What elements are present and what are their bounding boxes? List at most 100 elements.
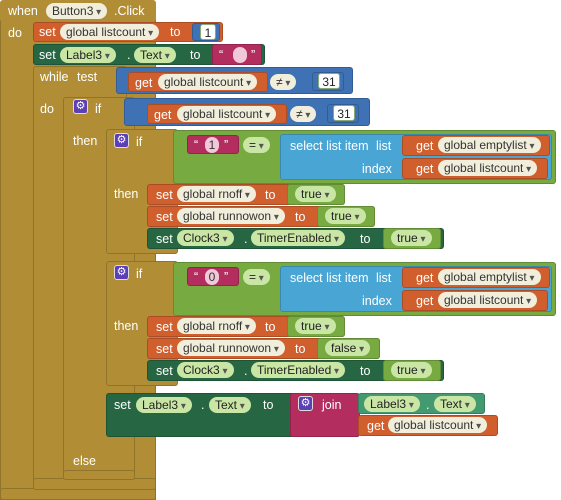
empty-string-field[interactable] <box>233 47 247 63</box>
to-keyword: to <box>295 342 306 356</box>
when-label: when <box>8 4 38 18</box>
get-keyword: get <box>367 419 385 433</box>
dot-label: . <box>201 398 205 412</box>
clock-prop-dropdown[interactable]: TimerEnabled <box>251 230 346 246</box>
if-keyword: if <box>136 135 143 149</box>
button-component-dropdown[interactable]: Button3 <box>46 3 108 19</box>
to-keyword: to <box>265 188 276 202</box>
to-keyword: to <box>263 398 274 412</box>
then-keyword: then <box>114 187 139 201</box>
gear-icon[interactable]: ⚙ <box>114 133 129 148</box>
to-keyword: to <box>170 25 181 39</box>
label-component-dropdown[interactable]: Label3 <box>364 396 420 412</box>
get-keyword: get <box>135 76 153 90</box>
set-keyword: set <box>156 320 173 334</box>
then-keyword: then <box>73 134 98 148</box>
listcount-var-dropdown[interactable]: global listcount <box>388 417 488 433</box>
neq-operator-dropdown[interactable]: ≠ <box>270 74 297 90</box>
boolean-dropdown[interactable]: true <box>391 230 432 246</box>
listcount-var-dropdown[interactable]: global listcount <box>158 74 258 90</box>
runnowon-var-dropdown[interactable]: global runnowon <box>177 208 285 224</box>
test-keyword: test <box>77 70 98 84</box>
to-keyword: to <box>360 364 371 378</box>
listcount-var-dropdown[interactable]: global listcount <box>438 160 538 176</box>
text-field[interactable]: 1 <box>205 137 219 153</box>
set-keyword: set <box>156 232 173 246</box>
set-keyword: set <box>156 364 173 378</box>
boolean-dropdown[interactable]: true <box>295 318 336 334</box>
dot-label: . <box>244 364 248 378</box>
text-field[interactable]: 0 <box>205 269 219 285</box>
get-keyword: get <box>416 139 434 153</box>
while-do-keyword: do <box>40 102 54 116</box>
list-label: list <box>376 271 392 285</box>
if-keyword: if <box>136 267 143 281</box>
boolean-dropdown[interactable]: true <box>325 208 366 224</box>
eq-operator-dropdown[interactable]: = <box>243 269 270 285</box>
runnowon-var-dropdown[interactable]: global runnowon <box>177 340 285 356</box>
join-keyword: join <box>322 398 342 412</box>
event-do-label: do <box>8 26 22 40</box>
get-keyword: get <box>416 271 434 285</box>
to-keyword: to <box>360 232 371 246</box>
index-label: index <box>362 162 392 176</box>
open-quote: “ <box>219 48 224 62</box>
else-keyword: else <box>73 454 96 468</box>
get-keyword: get <box>416 162 434 176</box>
rnoff-var-dropdown[interactable]: global rnoff <box>177 318 256 334</box>
while-keyword: while <box>40 70 69 84</box>
list-label: list <box>376 139 392 153</box>
select-list-item-label: select list item <box>290 139 369 153</box>
clock-component-dropdown[interactable]: Clock3 <box>177 362 234 378</box>
rnoff-var-dropdown[interactable]: global rnoff <box>177 186 256 202</box>
index-label: index <box>362 294 392 308</box>
boolean-dropdown[interactable]: true <box>391 362 432 378</box>
to-keyword: to <box>190 48 201 62</box>
to-keyword: to <box>295 210 306 224</box>
close-quote: ” <box>224 270 229 284</box>
listcount-var-dropdown[interactable]: global listcount <box>60 24 160 40</box>
get-keyword: get <box>154 108 172 122</box>
label-component-dropdown[interactable]: Label3 <box>60 47 116 63</box>
number-field[interactable]: 31 <box>318 73 340 89</box>
eq-operator-dropdown[interactable]: = <box>243 137 270 153</box>
open-quote: “ <box>194 270 199 284</box>
set-keyword: set <box>156 342 173 356</box>
label-prop-dropdown[interactable]: Text <box>434 396 476 412</box>
listcount-var-dropdown[interactable]: global listcount <box>438 292 538 308</box>
label-prop-dropdown[interactable]: Text <box>209 397 251 413</box>
set-keyword: set <box>39 48 56 62</box>
to-keyword: to <box>265 320 276 334</box>
listcount-var-dropdown[interactable]: global listcount <box>177 106 277 122</box>
label-component-dropdown[interactable]: Label3 <box>136 397 192 413</box>
get-keyword: get <box>416 294 434 308</box>
gear-icon[interactable]: ⚙ <box>114 265 129 280</box>
boolean-dropdown[interactable]: true <box>295 186 336 202</box>
close-quote: ” <box>224 138 229 152</box>
then-keyword: then <box>114 319 139 333</box>
blocks-workspace: when Button3 .Click do set global listco… <box>0 0 561 500</box>
event-name-label: .Click <box>114 4 145 18</box>
dot-label: . <box>244 232 248 246</box>
label-prop-dropdown[interactable]: Text <box>134 47 176 63</box>
clock-prop-dropdown[interactable]: TimerEnabled <box>251 362 346 378</box>
set-keyword: set <box>156 210 173 224</box>
select-list-item-label: select list item <box>290 271 369 285</box>
boolean-dropdown[interactable]: false <box>325 340 371 356</box>
number-field[interactable]: 31 <box>333 105 355 121</box>
dot-label: . <box>426 398 430 412</box>
close-quote: ” <box>251 48 256 62</box>
set-keyword: set <box>156 188 173 202</box>
dot-label: . <box>127 48 131 62</box>
neq-operator-dropdown[interactable]: ≠ <box>290 106 317 122</box>
emptylist-var-dropdown[interactable]: global emptylist <box>438 137 541 153</box>
emptylist-var-dropdown[interactable]: global emptylist <box>438 269 541 285</box>
gear-icon[interactable]: ⚙ <box>73 99 88 114</box>
open-quote: “ <box>194 138 199 152</box>
gear-icon[interactable]: ⚙ <box>298 396 313 411</box>
number-field[interactable]: 1 <box>200 24 216 40</box>
set-keyword: set <box>39 25 56 39</box>
if-keyword: if <box>95 102 102 116</box>
if-bottom-bar <box>63 470 135 480</box>
clock-component-dropdown[interactable]: Clock3 <box>177 230 234 246</box>
